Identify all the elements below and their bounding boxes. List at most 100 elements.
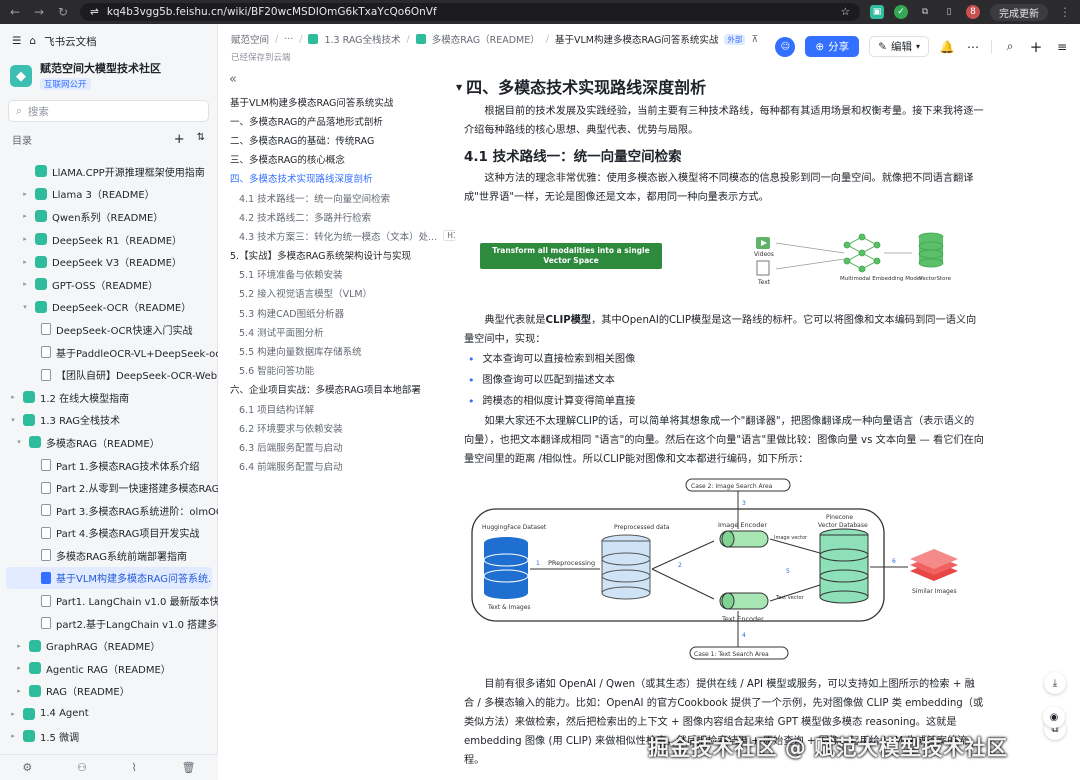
sidebar-tree-item[interactable]: 基于VLM构建多模态RAG问答系统... — [6, 566, 212, 590]
sidebar-tree-item[interactable]: 基于PaddleOCR-VL+DeepSeek-ocr... — [0, 341, 218, 364]
expand-right-icon[interactable]: ▸ — [20, 235, 30, 243]
outline-item[interactable]: 5.2 接入视觉语言模型（VLM） — [219, 284, 455, 303]
people-icon[interactable]: ⚇ — [77, 761, 87, 774]
outline-item[interactable]: 5.1 环境准备与依赖安装 — [219, 265, 455, 284]
outline-item[interactable]: 二、多模态RAG的基础：传统RAG — [219, 130, 455, 149]
download-icon[interactable]: ⤓ — [1044, 672, 1066, 694]
expand-right-icon[interactable]: ▸ — [20, 190, 30, 198]
outline-item[interactable]: 5.4 测试平面图分析 — [219, 322, 455, 341]
expand-right-icon[interactable]: ▸ — [20, 280, 30, 288]
figure-clip-pipeline[interactable]: Case 2: Image Search Area HuggingFace Da… — [464, 475, 984, 665]
add-icon[interactable]: + — [174, 132, 185, 147]
outline-item[interactable]: 4.3 技术方案三：转化为统一模态（文本）处... H1 — [219, 226, 455, 245]
tree-settings-icon[interactable]: ⇅ — [197, 132, 205, 147]
reload-icon[interactable]: ↻ — [56, 5, 70, 19]
outline-item[interactable]: 三、多模态RAG的核心概念 — [219, 150, 455, 169]
settings-gear-icon[interactable]: ⚙ — [22, 761, 32, 774]
breadcrumb-item[interactable]: 1.3 RAG全栈技术 — [324, 32, 400, 46]
extension-check-icon[interactable]: ✓ — [894, 5, 908, 19]
sidebar-tree-item[interactable]: ▸ GPT-OSS（README） — [0, 273, 218, 296]
sidebar-tree-item[interactable]: ▸ RAG（README） — [0, 680, 218, 703]
extension-icon[interactable]: ▣ — [870, 5, 884, 19]
sidebar-tree-item[interactable]: ▾ 1.3 RAG全栈技术 — [0, 409, 218, 432]
sidebar-tree-item[interactable]: LlAMA.CPP开源推理框架使用指南 — [0, 160, 218, 183]
outline-item[interactable]: 6.4 前端服务配置与启动 — [219, 457, 455, 476]
space-header[interactable]: ◆ 赋范空间大模型技术社区 互联网公开 — [0, 58, 217, 96]
sidebar-tree-item[interactable]: part2.基于LangChain v1.0 搭建多模... — [0, 612, 218, 635]
expand-right-icon[interactable]: ▸ — [8, 732, 18, 740]
app-title[interactable]: 飞书云文档 — [44, 34, 97, 49]
search-doc-icon[interactable]: ⌕ — [1002, 39, 1018, 54]
collapse-triangle-icon[interactable]: ▼ — [456, 78, 462, 97]
outline-item[interactable]: 基于VLM构建多模态RAG问答系统实战 — [219, 92, 455, 111]
notification-bell-icon[interactable]: 🔔 — [939, 40, 955, 54]
outline-item[interactable]: 5.5 构建向量数据库存储系统 — [219, 341, 455, 360]
stats-icon[interactable]: ⌇ — [132, 761, 137, 774]
outline-item[interactable]: 六、企业项目实战：多模态RAG项目本地部署 — [219, 380, 455, 399]
sidebar-tree-item[interactable]: Part 2.从零到一快速搭建多模态RAG... — [0, 476, 218, 499]
outline-item[interactable]: 四、多模态技术实现路线深度剖析 — [219, 169, 455, 188]
outline-item[interactable]: 6.2 环境要求与依赖安装 — [219, 418, 455, 437]
figure-unified-vector-space[interactable]: Transform all modalities into a single V… — [464, 223, 984, 303]
back-icon[interactable]: ← — [8, 5, 22, 19]
expand-right-icon[interactable]: ▸ — [14, 664, 24, 672]
outline-item[interactable]: 5.6 智能问答功能 — [219, 361, 455, 380]
sidebar-tree-item[interactable]: Part 4.多模态RAG项目开发实战 — [0, 522, 218, 545]
eye-icon[interactable]: ◉ — [1043, 706, 1065, 728]
outline-item[interactable]: 6.3 后端服务配置与启动 — [219, 437, 455, 456]
address-bar[interactable]: ⇌ kq4b3vgg5b.feishu.cn/wiki/BF20wcMSDIOm… — [80, 3, 860, 21]
new-doc-icon[interactable]: + — [1028, 38, 1044, 56]
sidebar-tree-item[interactable]: ▾ DeepSeek-OCR（README） — [0, 296, 218, 319]
breadcrumb-item[interactable]: 赋范空间 — [231, 32, 269, 46]
expand-right-icon[interactable]: ▸ — [8, 393, 18, 401]
outline-item[interactable]: 4.1 技术路线一：统一向量空间检索 — [219, 188, 455, 207]
sidebar-tree-item[interactable]: ▸ 1.4 Agent — [0, 702, 218, 725]
bookmark-star-icon[interactable]: ☆ — [841, 6, 850, 18]
breadcrumb-item[interactable]: 多模态RAG（README） — [432, 32, 540, 46]
outline-item[interactable]: 6.1 项目结构详解 — [219, 399, 455, 418]
sidebar-tree-item[interactable]: ▸ 1.5 微调 — [0, 725, 218, 748]
breadcrumb-item[interactable]: ··· — [284, 34, 293, 45]
outline-item[interactable]: 一、多模态RAG的产品落地形式剖析 — [219, 111, 455, 130]
site-info-icon[interactable]: ⇌ — [90, 6, 99, 18]
home-icon[interactable]: ⌂ — [29, 35, 36, 47]
pin-icon[interactable]: ⊼ — [751, 34, 758, 45]
trash-icon[interactable]: 🗑 — [182, 761, 196, 774]
sidebar-tree-item[interactable]: ▸ GraphRAG（README） — [0, 634, 218, 657]
user-avatar[interactable]: ☺ — [775, 36, 796, 57]
sidebar-tree-item[interactable]: ▾ 多模态RAG（README） — [0, 431, 218, 454]
sidepanel-icon[interactable]: ▯ — [942, 5, 956, 19]
sidebar-tree-item[interactable]: DeepSeek-OCR快速入门实战 — [0, 318, 218, 341]
share-button[interactable]: ⊕ 分享 — [805, 36, 860, 57]
expand-right-icon[interactable]: ▸ — [20, 212, 30, 220]
sidebar-tree-item[interactable]: ▸ DeepSeek V3（README） — [0, 250, 218, 273]
sidebar-tree-item[interactable]: ▸ DeepSeek R1（README） — [0, 228, 218, 251]
expand-right-icon[interactable]: ▸ — [14, 642, 24, 650]
sidebar-tree-item[interactable]: ▸ 1.2 在线大模型指南 — [0, 386, 218, 409]
sidebar-tree-item[interactable]: ▸ Qwen系列（README） — [0, 205, 218, 228]
sidebar-tree-item[interactable]: ▸ Llama 3（README） — [0, 183, 218, 206]
forward-icon[interactable]: → — [32, 5, 46, 19]
expand-down-icon[interactable]: ▾ — [8, 416, 18, 424]
outline-item[interactable]: 5.【实战】多模态RAG系统架构设计与实现 — [219, 246, 455, 265]
heading-level-badge[interactable]: H1 — [443, 230, 455, 242]
more-icon[interactable]: ⋯ — [965, 40, 981, 54]
collapse-outline-icon[interactable]: « — [219, 72, 455, 92]
sidebar-tree-item[interactable]: ▸ Agentic RAG（README） — [0, 657, 218, 680]
sidebar-tree-item[interactable]: 多模态RAG系统前端部署指南 — [0, 544, 218, 567]
sidebar-tree-item[interactable]: Part1. LangChain v1.0 最新版本快速... — [0, 589, 218, 612]
expand-down-icon[interactable]: ▾ — [14, 438, 24, 446]
extensions-puzzle-icon[interactable]: ⧉ — [918, 5, 932, 19]
menu-icon[interactable]: ☰ — [12, 35, 21, 47]
expand-right-icon[interactable]: ▸ — [8, 710, 18, 718]
profile-avatar[interactable]: 8 — [966, 5, 980, 19]
expand-right-icon[interactable]: ▸ — [20, 258, 30, 266]
expand-right-icon[interactable]: ▸ — [14, 687, 24, 695]
browser-menu-icon[interactable]: ⋮ — [1058, 5, 1072, 19]
sidebar-search-input[interactable]: ⌕ 搜索 — [8, 100, 209, 122]
help-icon[interactable]: ≡ — [1054, 40, 1070, 54]
update-button[interactable]: 完成更新 — [990, 3, 1048, 21]
sidebar-tree-item[interactable]: Part 3.多模态RAG系统进阶：olmOC... — [0, 499, 218, 522]
sidebar-tree-item[interactable]: Part 1.多模态RAG技术体系介绍 — [0, 454, 218, 477]
expand-down-icon[interactable]: ▾ — [20, 303, 30, 311]
